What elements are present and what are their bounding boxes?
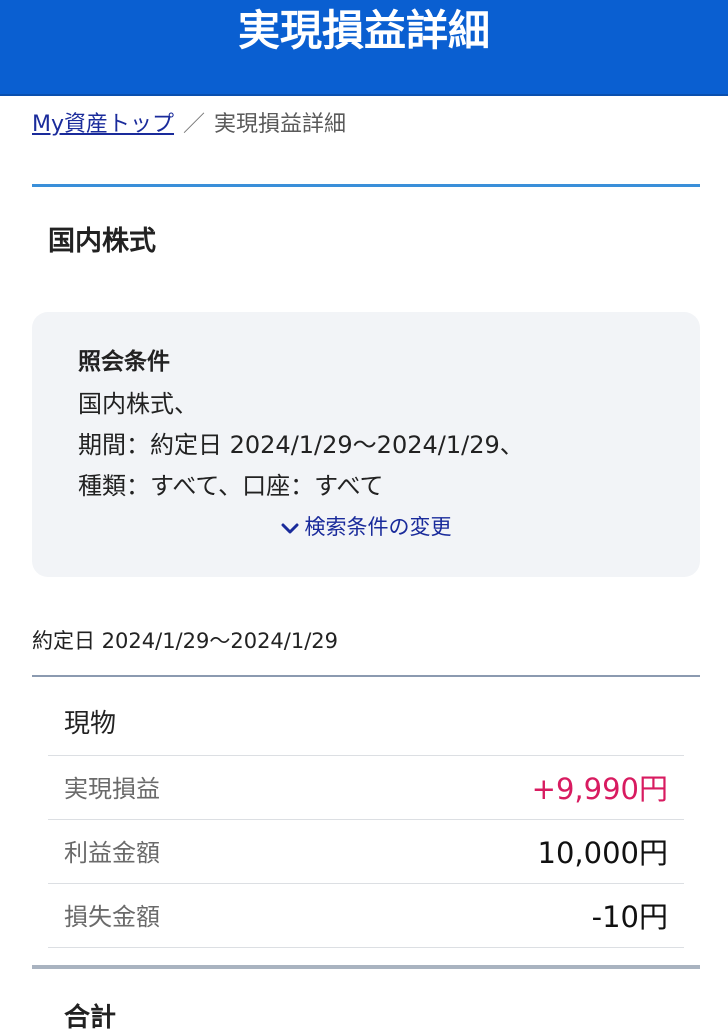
total-divider xyxy=(32,965,700,969)
condition-type-account: 種類：すべて、口座：すべて xyxy=(78,472,384,500)
row-divider xyxy=(48,755,684,756)
profit-amount-label: 利益金額 xyxy=(64,839,160,867)
realized-pl-value: +9,990円 xyxy=(531,772,668,806)
breadcrumb-current: 実現損益詳細 xyxy=(214,112,347,137)
loss-amount-label: 損失金額 xyxy=(64,903,160,931)
app-header: 実現損益詳細 xyxy=(0,0,728,96)
row-divider xyxy=(48,883,684,884)
change-conditions-label: 検索条件の変更 xyxy=(304,515,452,539)
search-conditions-panel: 照会条件 国内株式、 期間：約定日 2024/1/29〜2024/1/29、 種… xyxy=(32,312,700,577)
condition-product: 国内株式、 xyxy=(78,390,198,418)
total-title: 合計 xyxy=(64,1003,117,1033)
section-divider xyxy=(32,184,700,187)
breadcrumb-home-link[interactable]: My資産トップ xyxy=(32,112,174,137)
breadcrumb: My資産トップ ／ 実現損益詳細 xyxy=(32,110,346,140)
change-conditions-link[interactable]: 検索条件の変更 xyxy=(32,512,700,542)
result-date-range: 約定日 2024/1/29〜2024/1/29 xyxy=(32,629,339,653)
profit-amount-value: 10,000円 xyxy=(537,836,668,870)
page-title: 実現損益詳細 xyxy=(237,6,490,55)
realized-pl-label: 実現損益 xyxy=(64,775,160,803)
row-divider xyxy=(48,819,684,820)
results-divider xyxy=(32,675,700,677)
chevron-down-icon xyxy=(281,523,298,534)
spot-group-title: 現物 xyxy=(64,709,117,739)
row-divider xyxy=(48,947,684,948)
section-title: 国内株式 xyxy=(48,226,156,257)
breadcrumb-separator: ／ xyxy=(183,112,206,137)
loss-amount-value: -10円 xyxy=(591,900,668,934)
conditions-title: 照会条件 xyxy=(78,349,170,375)
condition-period: 期間：約定日 2024/1/29〜2024/1/29、 xyxy=(78,431,524,459)
